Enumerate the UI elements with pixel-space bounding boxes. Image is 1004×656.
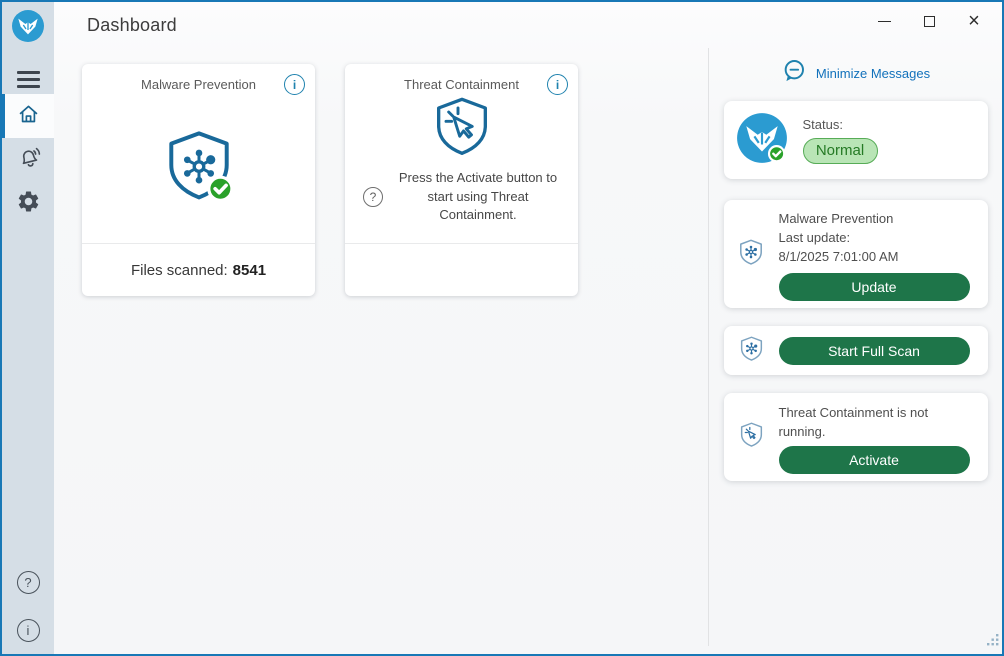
start-full-scan-button[interactable]: Start Full Scan xyxy=(779,337,970,365)
mini-malware-shield-icon xyxy=(737,238,765,271)
malware-update-card: Malware Prevention Last update: 8/1/2025… xyxy=(724,200,988,308)
containment-description: Press the Activate button to start using… xyxy=(392,169,564,226)
maximize-window-icon[interactable] xyxy=(921,13,937,29)
dashboard-main: Malware Prevention i xyxy=(54,48,708,654)
containment-help-icon[interactable]: ? xyxy=(363,187,383,207)
about-info-icon[interactable]: i xyxy=(17,619,40,642)
brand-wolf-logo-icon xyxy=(12,10,44,42)
last-update-value: 8/1/2025 7:01:00 AM xyxy=(779,247,970,266)
app-window: ? i Dashboard × Malware Prevention i xyxy=(0,0,1004,656)
content-area: Dashboard × Malware Prevention i xyxy=(54,2,1002,654)
malware-info-icon[interactable]: i xyxy=(284,74,305,95)
close-window-icon[interactable]: × xyxy=(966,13,982,29)
last-update-label: Last update: xyxy=(779,228,970,247)
brand-wolf-logo-checked-icon xyxy=(736,112,788,169)
mini-malware-shield-icon xyxy=(738,335,765,367)
status-label: Status: xyxy=(803,117,878,132)
activate-button[interactable]: Activate xyxy=(779,446,970,474)
titlebar: Dashboard × xyxy=(54,2,1002,48)
resize-grip[interactable] xyxy=(986,633,999,651)
threat-containment-card: Threat Containment i xyxy=(345,64,578,296)
containment-status-message: Threat Containment is not running. xyxy=(779,403,951,441)
malware-card-title: Malware Prevention xyxy=(82,64,315,92)
containment-message-card: Threat Containment is not running. Activ… xyxy=(724,393,988,481)
sidebar-item-settings[interactable] xyxy=(2,182,54,226)
files-scanned-stat: Files scanned:8541 xyxy=(131,262,266,279)
containment-shield-cursor-icon xyxy=(430,94,494,163)
files-scanned-value: 8541 xyxy=(233,262,266,279)
home-icon xyxy=(15,100,42,132)
containment-card-title: Threat Containment xyxy=(345,64,578,92)
status-badge: Normal xyxy=(803,138,878,164)
sidebar-item-home[interactable] xyxy=(2,94,54,138)
messages-panel: Minimize Messages Status: xyxy=(709,48,1002,654)
malware-shield-icon xyxy=(161,127,237,208)
update-button[interactable]: Update xyxy=(779,273,970,301)
page-title: Dashboard xyxy=(87,15,177,36)
containment-card-footer xyxy=(345,243,578,296)
malware-prevention-card: Malware Prevention i xyxy=(82,64,315,296)
sidebar-item-notifications[interactable] xyxy=(2,138,54,182)
speech-bubble-icon xyxy=(781,58,807,89)
containment-info-icon[interactable]: i xyxy=(547,74,568,95)
help-icon[interactable]: ? xyxy=(17,571,40,594)
gear-icon xyxy=(16,189,41,219)
minimize-messages-link[interactable]: Minimize Messages xyxy=(781,58,930,89)
minimize-messages-label: Minimize Messages xyxy=(816,66,930,81)
status-message-card: Status: Normal xyxy=(724,101,988,179)
update-card-title: Malware Prevention xyxy=(779,209,970,228)
minimize-window-icon[interactable] xyxy=(876,13,892,29)
mini-containment-shield-icon xyxy=(738,421,765,453)
sidebar: ? i xyxy=(2,2,54,654)
window-controls: × xyxy=(876,13,1002,29)
full-scan-card: Start Full Scan xyxy=(724,326,988,375)
menu-hamburger-icon[interactable] xyxy=(2,64,54,94)
bell-ringing-icon xyxy=(15,144,42,176)
